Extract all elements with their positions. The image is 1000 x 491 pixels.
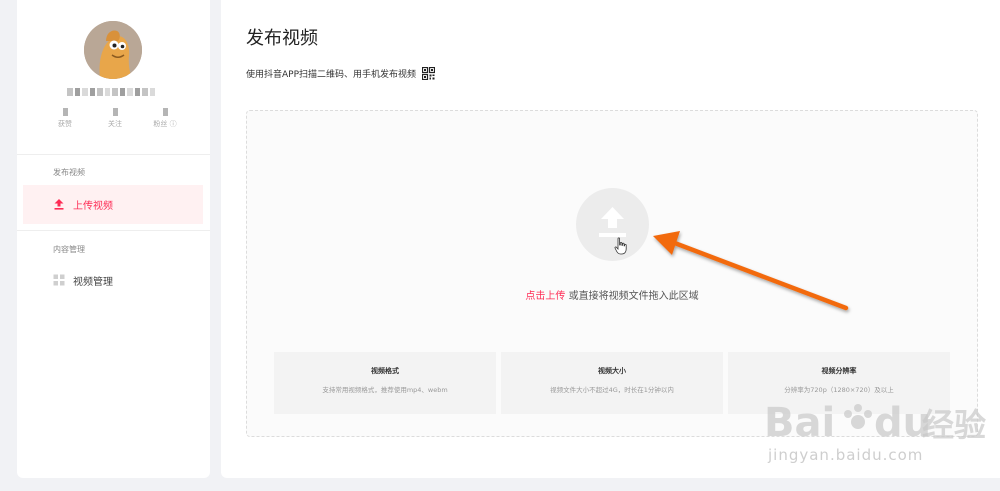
upload-arrow-icon	[599, 207, 626, 237]
stat-value-blurred	[162, 108, 168, 116]
profile-stats: 获赞 关注 粉丝 ⓘ	[47, 108, 183, 132]
scan-instructions: 使用抖音APP扫描二维码、用手机发布视频	[246, 69, 417, 80]
sidebar-divider	[17, 230, 210, 231]
section-title-content: 内容管理	[53, 245, 85, 254]
stat-label: 获赞	[58, 120, 72, 128]
stat-label: 关注	[108, 120, 122, 128]
stat-followers[interactable]: 粉丝 ⓘ	[147, 108, 183, 129]
stat-following[interactable]: 关注	[97, 108, 133, 129]
stat-label: 粉丝 ⓘ	[153, 120, 177, 128]
avatar-image	[84, 21, 142, 79]
stat-value-blurred	[112, 108, 118, 116]
click-upload-link[interactable]: 点击上传	[525, 291, 565, 302]
upload-icon	[54, 199, 64, 210]
scan-row: 使用抖音APP扫描二维码、用手机发布视频	[246, 66, 436, 80]
sidebar-item-video-management[interactable]: 视频管理	[23, 261, 203, 300]
sidebar: 获赞 关注 粉丝 ⓘ 发布视频 上传视频 内容管理 视频管理	[17, 0, 210, 478]
drag-hint-text: 或直接将视频文件拖入此区域	[565, 291, 699, 302]
info-card-resolution: 视频分辨率 分辨率为720p（1280×720）及以上	[728, 352, 950, 414]
card-title: 视频格式	[371, 367, 399, 375]
hand-cursor-icon	[614, 237, 627, 255]
upload-dropzone[interactable]: 点击上传 或直接将视频文件拖入此区域 视频格式 支持常用视频格式，推荐使用mp4…	[246, 110, 978, 437]
info-card-size: 视频大小 视频文件大小不超过4G，时长在1分钟以内	[501, 352, 723, 414]
sidebar-divider	[17, 154, 210, 155]
avatar[interactable]	[84, 21, 142, 79]
page-title: 发布视频	[246, 28, 318, 49]
upload-button[interactable]	[576, 188, 649, 261]
sidebar-item-label: 上传视频	[73, 201, 113, 212]
card-title: 视频大小	[598, 367, 626, 375]
grid-icon	[53, 274, 65, 286]
stat-likes[interactable]: 获赞	[47, 108, 83, 129]
qr-code-icon[interactable]	[422, 66, 436, 80]
section-title-publish: 发布视频	[53, 168, 85, 177]
card-title: 视频分辨率	[821, 367, 857, 375]
upload-hint: 点击上传 或直接将视频文件拖入此区域	[247, 287, 977, 302]
sidebar-item-upload-video[interactable]: 上传视频	[23, 185, 203, 224]
username-blurred	[67, 88, 155, 96]
main-panel: 发布视频 使用抖音APP扫描二维码、用手机发布视频 点击上传 或直接将视频文件拖…	[221, 0, 1000, 478]
stat-value-blurred	[62, 108, 68, 116]
info-card-format: 视频格式 支持常用视频格式，推荐使用mp4、webm	[274, 352, 496, 414]
card-desc: 视频文件大小不超过4G，时长在1分钟以内	[550, 386, 674, 394]
card-desc: 支持常用视频格式，推荐使用mp4、webm	[322, 386, 448, 394]
card-desc: 分辨率为720p（1280×720）及以上	[784, 386, 894, 394]
sidebar-item-label: 视频管理	[73, 277, 113, 288]
